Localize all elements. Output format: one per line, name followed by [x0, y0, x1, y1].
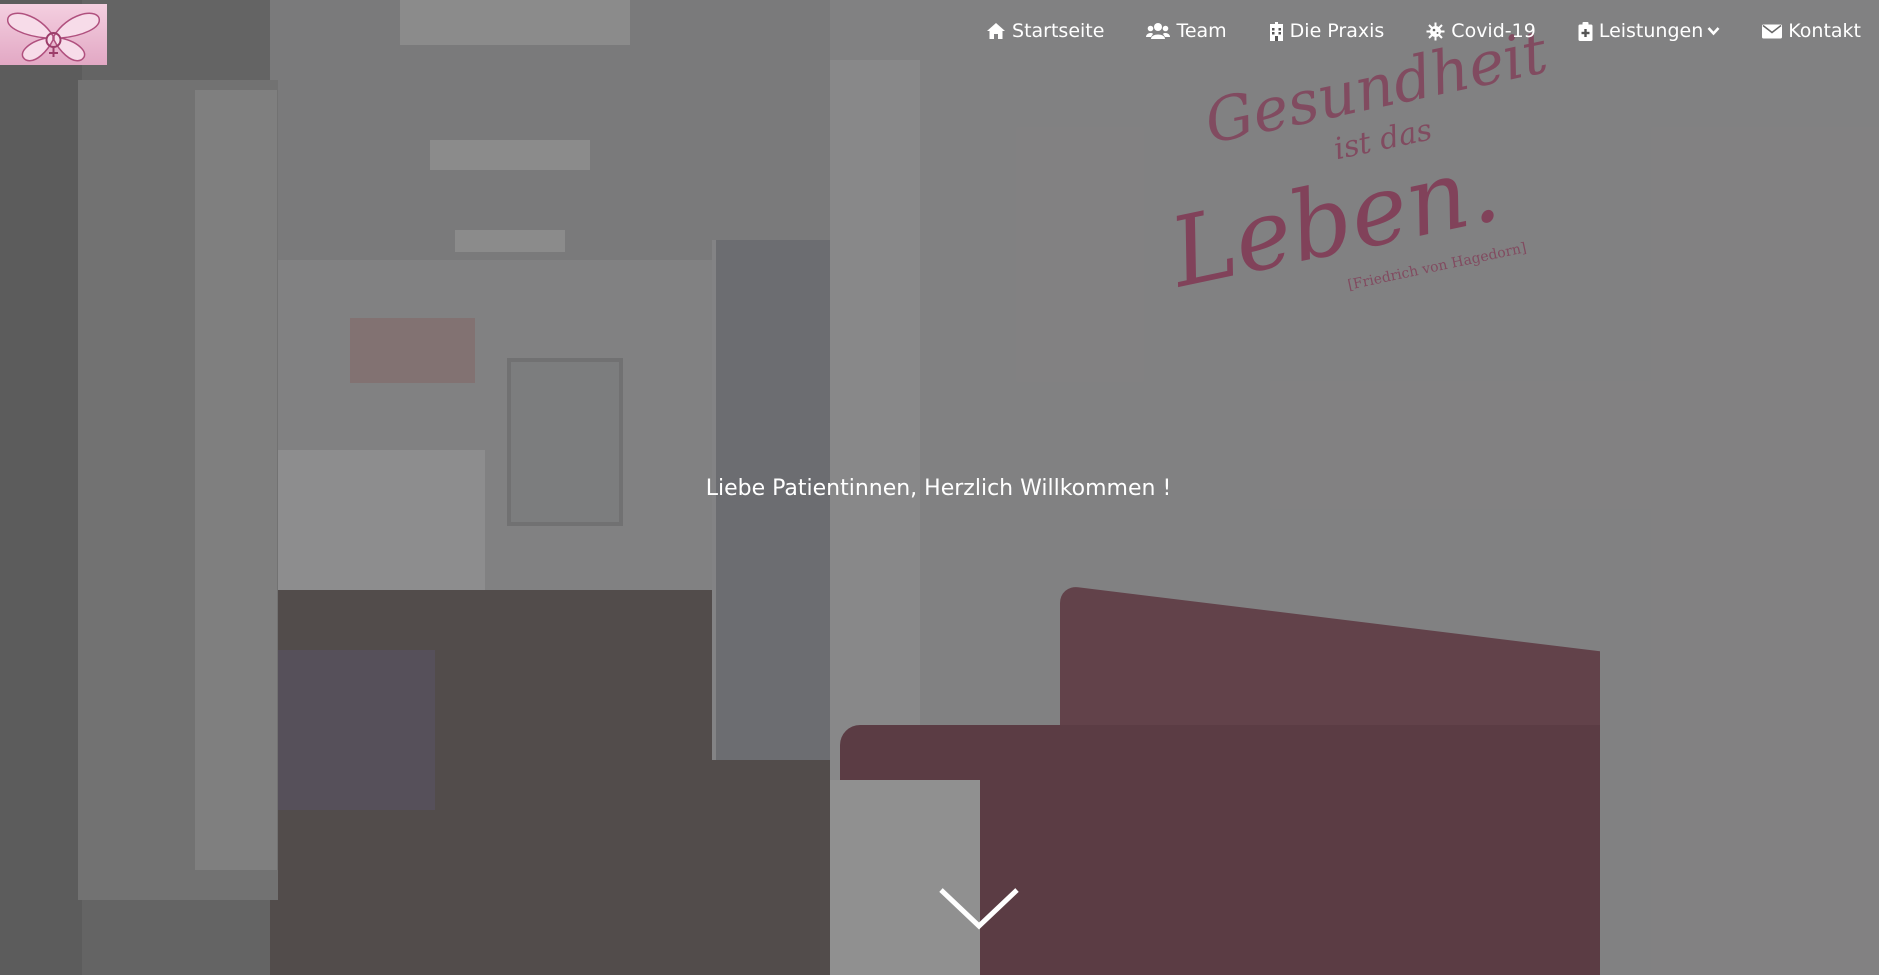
scroll-down-button[interactable]	[938, 886, 1020, 934]
nav-label-die-praxis: Die Praxis	[1289, 20, 1385, 42]
nav-item-kontakt[interactable]: Kontakt	[1762, 20, 1861, 42]
hero-headline: Liebe Patientinnen, Herzlich Willkommen …	[0, 476, 1879, 501]
main-navigation: Startseite Team Die Praxis Covid-19 Leis…	[944, 20, 1861, 42]
site-logo[interactable]	[0, 4, 107, 65]
clipboard-plus-icon	[1578, 21, 1593, 41]
butterfly-logo-icon	[7, 12, 100, 62]
hero-section: Gesundheit ist das Leben. [Friedrich von…	[0, 0, 1879, 975]
chevron-down-icon	[939, 888, 1019, 930]
chevron-down-icon	[1707, 26, 1720, 36]
home-icon	[986, 22, 1006, 40]
nav-label-leistungen: Leistungen	[1598, 20, 1704, 42]
nav-item-die-praxis[interactable]: Die Praxis	[1269, 20, 1385, 42]
nav-item-startseite[interactable]: Startseite	[986, 20, 1104, 42]
nav-item-leistungen[interactable]: Leistungen	[1578, 20, 1720, 42]
users-icon	[1146, 22, 1171, 40]
hero-headline-text: Liebe Patientinnen, Herzlich Willkommen …	[705, 476, 1172, 501]
nav-item-team[interactable]: Team	[1146, 20, 1227, 42]
virus-icon	[1426, 22, 1445, 41]
envelope-icon	[1762, 24, 1783, 39]
building-icon	[1269, 21, 1284, 41]
nav-item-covid-19[interactable]: Covid-19	[1426, 20, 1536, 42]
nav-label-team: Team	[1176, 20, 1227, 42]
nav-label-covid-19: Covid-19	[1451, 20, 1536, 42]
nav-label-kontakt: Kontakt	[1788, 20, 1861, 42]
nav-label-startseite: Startseite	[1012, 20, 1105, 42]
